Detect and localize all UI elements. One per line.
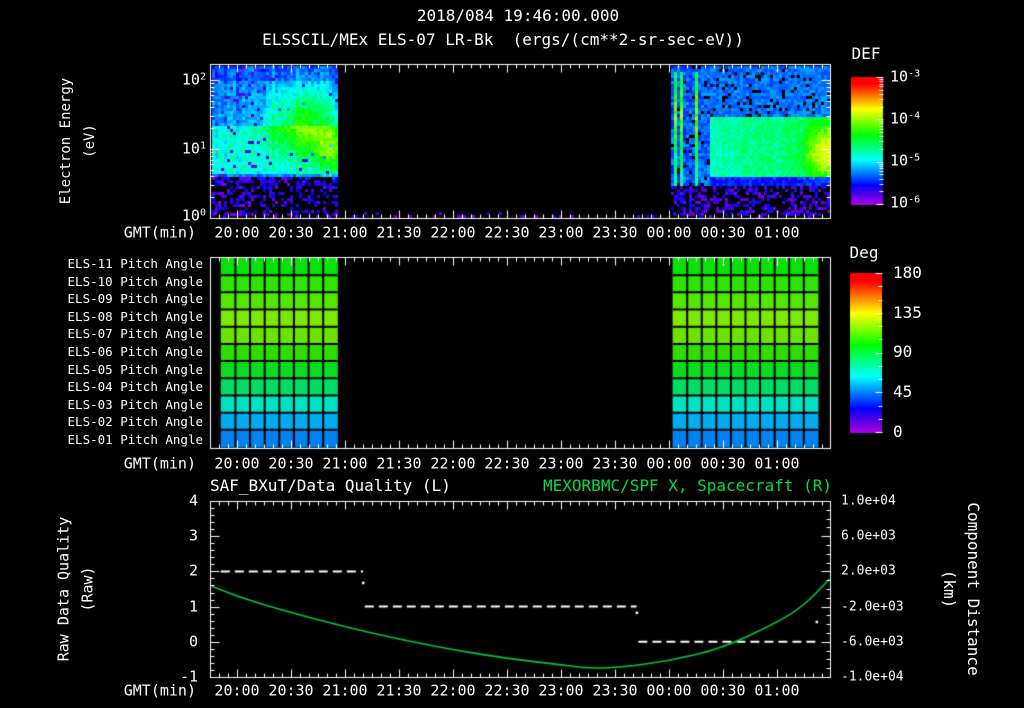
def-tick-label-exponent: -5	[908, 152, 921, 164]
time-tick-label: 21:00	[322, 681, 368, 700]
distance-tick-label: -1.0e+04	[841, 669, 904, 685]
time-tick-label: 01:00	[754, 681, 800, 700]
energy-axis-units-label: (eV)	[82, 124, 98, 158]
distance-tick-label: -2.0e+03	[841, 599, 904, 615]
plot-date-title: 2018/084 19:46:00.000	[416, 6, 620, 25]
els-row-label: ELS-03 Pitch Angle	[67, 396, 203, 412]
gmt-axis-label: GMT(min)	[123, 223, 196, 242]
deg-tick-label: 0	[893, 422, 903, 441]
time-tick-label: 20:30	[268, 454, 314, 473]
quality-tick-label: 2	[188, 561, 198, 580]
energy-tick-label-base: 10	[181, 70, 200, 89]
time-tick-label: 21:30	[376, 681, 422, 700]
deg-tick-label: 180	[893, 263, 922, 282]
time-tick-label: 22:30	[484, 681, 530, 700]
time-tick-label: 20:00	[214, 681, 260, 700]
energy-tick-label-exponent: 1	[199, 140, 206, 152]
distance-tick-label: 1.0e+04	[841, 493, 896, 509]
quality-axis-label: Raw Data Quality	[54, 516, 73, 662]
gmt-axis-label: GMT(min)	[123, 681, 196, 700]
time-tick-label: 23:30	[592, 681, 638, 700]
time-tick-label: 23:30	[592, 454, 638, 473]
quality-tick-label: 0	[188, 632, 198, 651]
time-tick-label: 00:00	[646, 454, 692, 473]
deg-tick-label: 45	[893, 382, 913, 401]
deg-colorbar-title: Deg	[849, 243, 879, 262]
deg-tick-label: 135	[893, 303, 922, 322]
def-tick-label-exponent: -6	[908, 194, 921, 206]
energy-tick-label-exponent: 0	[199, 207, 206, 219]
def-tick-label: 10-5	[890, 151, 921, 170]
els-row-label: ELS-04 Pitch Angle	[67, 378, 203, 394]
els-row-label: ELS-08 Pitch Angle	[67, 308, 203, 324]
quality-panel-title-left: SAF_BXuT/Data Quality (L)	[210, 476, 451, 495]
distance-tick-label: 2.0e+03	[841, 563, 896, 579]
energy-tick-label: 101	[181, 139, 206, 158]
time-tick-label: 21:00	[322, 223, 368, 242]
gmt-axis-label: GMT(min)	[123, 454, 196, 473]
plot-instrument-title: ELSSCIL/MEx ELS-07 LR-Bk (ergs/(cm**2-sr…	[262, 30, 744, 49]
def-tick-label-base: 10	[890, 151, 909, 170]
energy-axis-label: Electron Energy	[58, 77, 74, 205]
distance-axis-label: Component Distance	[964, 502, 983, 676]
def-tick-label: 10-6	[890, 193, 921, 212]
time-tick-label: 22:00	[430, 681, 476, 700]
quality-tick-label: 1	[188, 597, 198, 616]
time-tick-label: 23:00	[538, 223, 584, 242]
time-tick-label: 01:00	[754, 223, 800, 242]
time-tick-label: 21:30	[376, 454, 422, 473]
els-row-label: ELS-07 Pitch Angle	[67, 326, 203, 342]
def-tick-label-exponent: -3	[908, 68, 921, 80]
def-colorbar-title: DEF	[851, 44, 881, 63]
distance-axis-units-label: (km)	[940, 569, 959, 609]
els-summary-plot: 2018/084 19:46:00.000 ELSSCIL/MEx ELS-07…	[0, 0, 1024, 708]
time-tick-label: 22:30	[484, 454, 530, 473]
time-tick-label: 21:30	[376, 223, 422, 242]
def-tick-label-exponent: -4	[908, 110, 921, 122]
time-tick-label: 23:30	[592, 223, 638, 242]
time-tick-label: 20:00	[214, 223, 260, 242]
def-tick-label: 10-3	[890, 67, 921, 86]
quality-axis-units-label: (Raw)	[78, 566, 97, 612]
distance-tick-label: 6.0e+03	[841, 528, 896, 544]
def-tick-label-base: 10	[890, 109, 909, 128]
time-tick-label: 00:00	[646, 223, 692, 242]
time-tick-label: 23:00	[538, 681, 584, 700]
time-tick-label: 00:30	[700, 681, 746, 700]
time-tick-label: 20:30	[268, 223, 314, 242]
energy-tick-label-exponent: 2	[199, 71, 206, 83]
els-row-label: ELS-09 Pitch Angle	[67, 290, 203, 306]
time-tick-label: 00:30	[700, 223, 746, 242]
els-row-label: ELS-11 Pitch Angle	[67, 255, 203, 271]
energy-tick-label: 102	[181, 70, 206, 89]
time-tick-label: 22:00	[430, 454, 476, 473]
time-tick-label: 20:00	[214, 454, 260, 473]
quality-tick-label: 3	[188, 526, 198, 545]
quality-panel-title-right: MEXORBMC/SPF X, Spacecraft (R)	[543, 476, 832, 495]
def-tick-label-base: 10	[890, 193, 909, 212]
quality-tick-label: 4	[188, 491, 198, 510]
time-tick-label: 22:00	[430, 223, 476, 242]
time-tick-label: 00:00	[646, 681, 692, 700]
time-tick-label: 00:30	[700, 454, 746, 473]
def-tick-label: 10-4	[890, 109, 921, 128]
energy-tick-label: 100	[181, 206, 206, 225]
els-row-label: ELS-06 Pitch Angle	[67, 343, 203, 359]
els-row-label: ELS-10 Pitch Angle	[67, 273, 203, 289]
distance-tick-label: -6.0e+03	[841, 634, 904, 650]
time-tick-label: 21:00	[322, 454, 368, 473]
def-tick-label-base: 10	[890, 67, 909, 86]
time-tick-label: 20:30	[268, 681, 314, 700]
energy-tick-label-base: 10	[181, 206, 200, 225]
time-tick-label: 23:00	[538, 454, 584, 473]
els-row-label: ELS-05 Pitch Angle	[67, 361, 203, 377]
time-tick-label: 01:00	[754, 454, 800, 473]
time-tick-label: 22:30	[484, 223, 530, 242]
quality-tick-label: -1	[179, 667, 198, 686]
els-row-label: ELS-01 Pitch Angle	[67, 431, 203, 447]
energy-tick-label-base: 10	[181, 139, 200, 158]
els-row-label: ELS-02 Pitch Angle	[67, 414, 203, 430]
deg-tick-label: 90	[893, 342, 913, 361]
